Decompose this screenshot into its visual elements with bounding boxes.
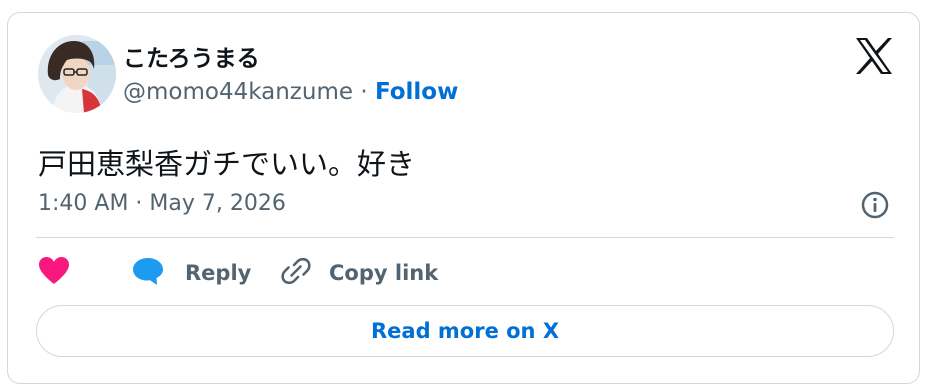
read-more-button[interactable]: Read more on X — [36, 305, 894, 357]
heart-icon — [38, 256, 70, 290]
author-handle[interactable]: @momo44kanzume — [123, 79, 353, 105]
separator-dot: · — [360, 79, 368, 105]
reply-bubble-icon — [131, 256, 165, 290]
like-button[interactable] — [38, 256, 70, 290]
action-bar: Reply Copy link — [38, 256, 898, 290]
copy-link-button[interactable]: Copy link — [281, 256, 438, 290]
author-display-name[interactable]: こたろうまる — [123, 39, 260, 73]
avatar[interactable] — [38, 35, 116, 113]
tweet-timestamp[interactable]: 1:40 AM · May 7, 2026 — [38, 191, 286, 216]
follow-button[interactable]: Follow — [375, 79, 458, 105]
divider — [36, 237, 894, 238]
reply-button[interactable]: Reply — [131, 256, 251, 290]
x-logo-icon[interactable] — [854, 37, 894, 75]
tweet-embed-card: こたろうまる @momo44kanzume · Follow 戸田恵梨香ガチでい… — [7, 12, 920, 384]
info-icon[interactable] — [860, 190, 890, 220]
tweet-text: 戸田恵梨香ガチでいい。好き — [38, 147, 416, 181]
copy-link-label: Copy link — [329, 261, 439, 285]
read-more-label: Read more on X — [370, 319, 560, 343]
link-icon — [281, 256, 311, 290]
reply-label: Reply — [185, 261, 252, 285]
author-handle-row: @momo44kanzume · Follow — [123, 79, 458, 105]
